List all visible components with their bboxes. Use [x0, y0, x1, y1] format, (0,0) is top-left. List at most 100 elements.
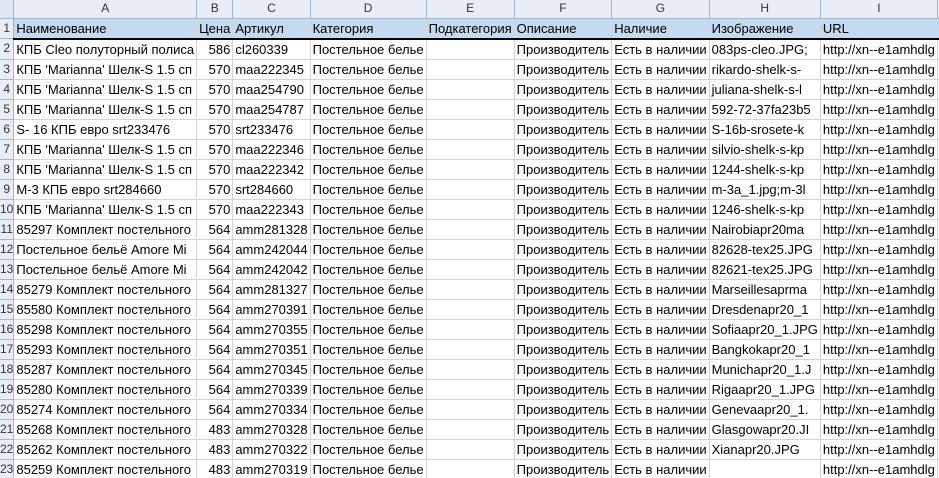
cell-article[interactable]: amm270319 [232, 459, 311, 478]
cell-availability[interactable]: Есть в наличии [611, 279, 710, 300]
cell-category[interactable]: Постельное белье [310, 419, 427, 440]
cell-price[interactable]: 564 [196, 239, 234, 260]
cell-category[interactable]: Постельное белье [310, 79, 427, 100]
cell-image[interactable]: rikardo-shelk-s- [709, 59, 821, 80]
column-header-h[interactable]: H [709, 0, 821, 19]
row-header[interactable]: 11 [0, 219, 15, 240]
header-cell-image[interactable]: Изображение [709, 18, 821, 40]
cell-subcategory[interactable] [426, 239, 515, 260]
cell-category[interactable]: Постельное белье [310, 239, 427, 260]
cell-category[interactable]: Постельное белье [310, 459, 427, 478]
cell-availability[interactable]: Есть в наличии [611, 59, 710, 80]
cell-description[interactable]: Производитель [514, 59, 613, 80]
cell-url[interactable]: http://xn--e1amhdlg [820, 399, 938, 420]
cell-category[interactable]: Постельное белье [310, 59, 427, 80]
cell-article[interactable]: amm270355 [232, 319, 311, 340]
cell-article[interactable]: amm270345 [232, 359, 311, 380]
cell-price[interactable]: 564 [196, 379, 234, 400]
cell-article[interactable]: srt233476 [232, 119, 311, 140]
cell-article[interactable]: amm281327 [232, 279, 311, 300]
cell-availability[interactable]: Есть в наличии [611, 239, 710, 260]
cell-availability[interactable]: Есть в наличии [611, 139, 710, 160]
row-header[interactable]: 23 [0, 459, 15, 478]
cell-description[interactable]: Производитель [514, 259, 613, 280]
cell-name[interactable]: КПБ 'Marianna' Шелк-S 1.5 сп [13, 79, 198, 100]
cell-article[interactable]: maa222346 [232, 139, 311, 160]
row-header[interactable]: 22 [0, 439, 15, 460]
header-cell-url[interactable]: URL [820, 18, 938, 40]
cell-subcategory[interactable] [426, 359, 515, 380]
cell-availability[interactable]: Есть в наличии [611, 379, 710, 400]
cell-image[interactable]: Sofiaapr20_1.JPG [709, 319, 821, 340]
cell-price[interactable]: 483 [196, 419, 234, 440]
cell-price[interactable]: 586 [196, 38, 234, 60]
cell-name[interactable]: 85274 Комплект постельного [13, 399, 198, 420]
column-header-d[interactable]: D [310, 0, 427, 19]
cell-category[interactable]: Постельное белье [310, 319, 427, 340]
cell-subcategory[interactable] [426, 79, 515, 100]
cell-description[interactable]: Производитель [514, 199, 613, 220]
cell-price[interactable]: 570 [196, 199, 234, 220]
cell-subcategory[interactable] [426, 399, 515, 420]
cell-url[interactable]: http://xn--e1amhdlg [820, 59, 938, 80]
cell-availability[interactable]: Есть в наличии [611, 99, 710, 120]
cell-url[interactable]: http://xn--e1amhdlg [820, 279, 938, 300]
column-header-e[interactable]: E [426, 0, 515, 19]
cell-description[interactable]: Производитель [514, 139, 613, 160]
cell-image[interactable]: Dresdenapr20_1 [709, 299, 821, 320]
cell-subcategory[interactable] [426, 319, 515, 340]
row-header[interactable]: 7 [0, 139, 15, 160]
cell-name[interactable]: КПБ Cleo полуторный полиса [13, 38, 198, 60]
cell-name[interactable]: 85298 Комплект постельного [13, 319, 198, 340]
cell-availability[interactable]: Есть в наличии [611, 299, 710, 320]
row-header[interactable]: 14 [0, 279, 15, 300]
cell-category[interactable]: Постельное белье [310, 139, 427, 160]
cell-article[interactable]: amm270339 [232, 379, 311, 400]
cell-image[interactable]: m-3a_1.jpg;m-3l [709, 179, 821, 200]
cell-name[interactable]: 85280 Комплект постельного [13, 379, 198, 400]
cell-description[interactable]: Производитель [514, 439, 613, 460]
spreadsheet-grid[interactable]: A B C D E F G H I J 1 Наименование Цена … [0, 0, 939, 478]
cell-article[interactable]: maa254790 [232, 79, 311, 100]
cell-price[interactable]: 570 [196, 179, 234, 200]
cell-image[interactable]: 1246-shelk-s-kp [709, 199, 821, 220]
column-header-i[interactable]: I [820, 0, 938, 19]
cell-image[interactable]: Rigaapr20_1.JPG [709, 379, 821, 400]
row-header[interactable]: 3 [0, 59, 15, 80]
cell-name[interactable]: КПБ 'Marianna' Шелк-S 1.5 сп [13, 59, 198, 80]
cell-subcategory[interactable] [426, 38, 515, 60]
cell-price[interactable]: 564 [196, 339, 234, 360]
row-header[interactable]: 8 [0, 159, 15, 180]
cell-url[interactable]: http://xn--e1amhdlg [820, 219, 938, 240]
cell-category[interactable]: Постельное белье [310, 179, 427, 200]
cell-price[interactable]: 564 [196, 299, 234, 320]
row-header[interactable]: 9 [0, 179, 15, 200]
cell-article[interactable]: amm242044 [232, 239, 311, 260]
cell-availability[interactable]: Есть в наличии [611, 199, 710, 220]
cell-url[interactable]: http://xn--e1amhdlg [820, 79, 938, 100]
cell-name[interactable]: M-3 КПБ евро srt284660 [13, 179, 198, 200]
cell-subcategory[interactable] [426, 339, 515, 360]
cell-article[interactable]: maa222342 [232, 159, 311, 180]
cell-description[interactable]: Производитель [514, 38, 613, 60]
cell-name[interactable]: 85297 Комплект постельного [13, 219, 198, 240]
cell-subcategory[interactable] [426, 199, 515, 220]
column-header-b[interactable]: B [196, 0, 234, 19]
row-header[interactable]: 6 [0, 119, 15, 140]
cell-name[interactable]: 85293 Комплект постельного [13, 339, 198, 360]
cell-availability[interactable]: Есть в наличии [611, 38, 710, 60]
cell-description[interactable]: Производитель [514, 319, 613, 340]
cell-article[interactable]: amm270351 [232, 339, 311, 360]
cell-subcategory[interactable] [426, 139, 515, 160]
cell-price[interactable]: 570 [196, 119, 234, 140]
header-cell-subcategory[interactable]: Подкатегория [426, 18, 515, 40]
cell-url[interactable]: http://xn--e1amhdlg [820, 459, 938, 478]
cell-description[interactable]: Производитель [514, 339, 613, 360]
cell-description[interactable]: Производитель [514, 399, 613, 420]
cell-category[interactable]: Постельное белье [310, 299, 427, 320]
cell-price[interactable]: 564 [196, 319, 234, 340]
cell-name[interactable]: КПБ 'Marianna' Шелк-S 1.5 сп [13, 139, 198, 160]
cell-category[interactable]: Постельное белье [310, 219, 427, 240]
cell-url[interactable]: http://xn--e1amhdlg [820, 319, 938, 340]
cell-name[interactable]: 85580 Комплект постельного [13, 299, 198, 320]
